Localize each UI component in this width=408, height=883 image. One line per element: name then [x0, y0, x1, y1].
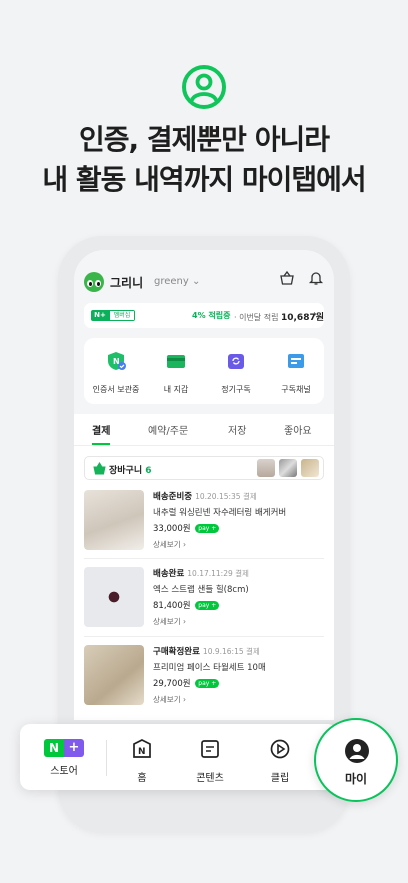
- certificate-icon: N: [108, 352, 126, 370]
- cart-thumb: [279, 459, 297, 477]
- nav-store[interactable]: N + 스토어: [34, 738, 94, 777]
- content-icon: [201, 740, 219, 758]
- cart-thumb: [257, 459, 275, 477]
- tab-payment[interactable]: 결제: [92, 422, 111, 445]
- cart-label: 장바구니 6: [109, 466, 152, 476]
- profile-id[interactable]: greeny ⌄: [154, 276, 200, 287]
- npay-badge: pay +: [195, 524, 220, 533]
- membership-points: · 이번달 적립 10,687원: [234, 313, 324, 323]
- product-image: [84, 645, 144, 705]
- profile-icon: [182, 65, 226, 109]
- nav-my-button[interactable]: 마이: [314, 718, 398, 802]
- basket-icon: [93, 462, 106, 475]
- quick-item-subscription[interactable]: 정기구독: [206, 350, 266, 395]
- detail-link[interactable]: 상세보기 ›: [153, 616, 186, 627]
- profile-name[interactable]: 그리니: [110, 274, 143, 291]
- quick-menu: N 인증서 보관중 내 지갑 정기구독 구독채널: [84, 338, 324, 404]
- nav-my-label: 마이: [344, 772, 368, 786]
- membership-badge: N+ 멤버십: [91, 310, 135, 321]
- npay-badge: pay +: [195, 601, 220, 610]
- order-item[interactable]: 구매확정완료 10.9.16:15 결제 프리미엄 페이스 타월세트 10매 29…: [84, 645, 324, 711]
- chevron-right-icon: ›: [313, 309, 317, 320]
- detail-link[interactable]: 상세보기 ›: [153, 694, 186, 705]
- svg-text:N: N: [138, 747, 146, 757]
- product-image: [84, 567, 144, 627]
- tab-saved[interactable]: 저장: [228, 422, 246, 437]
- nav-content[interactable]: 콘텐츠: [180, 738, 240, 784]
- shopping-bag-icon[interactable]: [279, 270, 295, 286]
- wallet-icon: [167, 355, 185, 368]
- clip-play-icon: [270, 739, 290, 759]
- home-icon: N: [133, 739, 151, 758]
- order-item[interactable]: 배송완료 10.17.11:29 결제 엑스 스트랩 샌들 힐(8cm) 81,4…: [84, 567, 324, 633]
- order-item[interactable]: 배송준비중 10.20.15:35 결제 내추럴 워싱린넨 자수레터링 배게커버 …: [84, 490, 324, 556]
- bottom-nav: N + 스토어 N 홈 콘텐츠 클립: [20, 724, 338, 790]
- channel-icon: [288, 354, 304, 368]
- cart-row[interactable]: 장바구니 6: [84, 456, 324, 480]
- cart-thumb: [301, 459, 319, 477]
- activity-panel: 결제 예약/주문 저장 좋아요 장바구니 6 배송준비중 10.20.15:35 …: [74, 414, 334, 720]
- tab-bar: 결제 예약/주문 저장 좋아요: [74, 422, 334, 446]
- headline-line2: 내 활동 내역까지 마이탭에서: [42, 163, 366, 196]
- product-image: [84, 490, 144, 550]
- avatar[interactable]: [84, 272, 104, 292]
- detail-link[interactable]: 상세보기 ›: [153, 539, 186, 550]
- npay-badge: pay +: [195, 679, 220, 688]
- headline-line1: 인증, 결제뿐만 아니라: [79, 123, 330, 156]
- nav-home[interactable]: N 홈: [112, 738, 172, 784]
- bell-icon[interactable]: [308, 270, 324, 286]
- phone-screen: 그리니 greeny ⌄ N+ 멤버십 4% 적립중 · 이번달 적립 10,68…: [74, 250, 334, 720]
- profile-icon: [345, 739, 369, 763]
- nav-clip[interactable]: 클립: [250, 738, 310, 784]
- subscription-icon: [228, 354, 244, 369]
- profile-header: 그리니 greeny ⌄: [84, 270, 324, 296]
- tab-reservation[interactable]: 예약/주문: [148, 422, 188, 437]
- membership-rate: 4% 적립중: [192, 311, 231, 320]
- tab-likes[interactable]: 좋아요: [284, 422, 312, 437]
- quick-item-wallet[interactable]: 내 지갑: [146, 350, 206, 395]
- quick-item-channel[interactable]: 구독채널: [266, 350, 326, 395]
- membership-bar[interactable]: N+ 멤버십 4% 적립중 · 이번달 적립 10,687원 ›: [84, 303, 324, 328]
- quick-item-certificate[interactable]: N 인증서 보관중: [86, 350, 146, 395]
- naver-plus-store-icon: N +: [44, 739, 84, 757]
